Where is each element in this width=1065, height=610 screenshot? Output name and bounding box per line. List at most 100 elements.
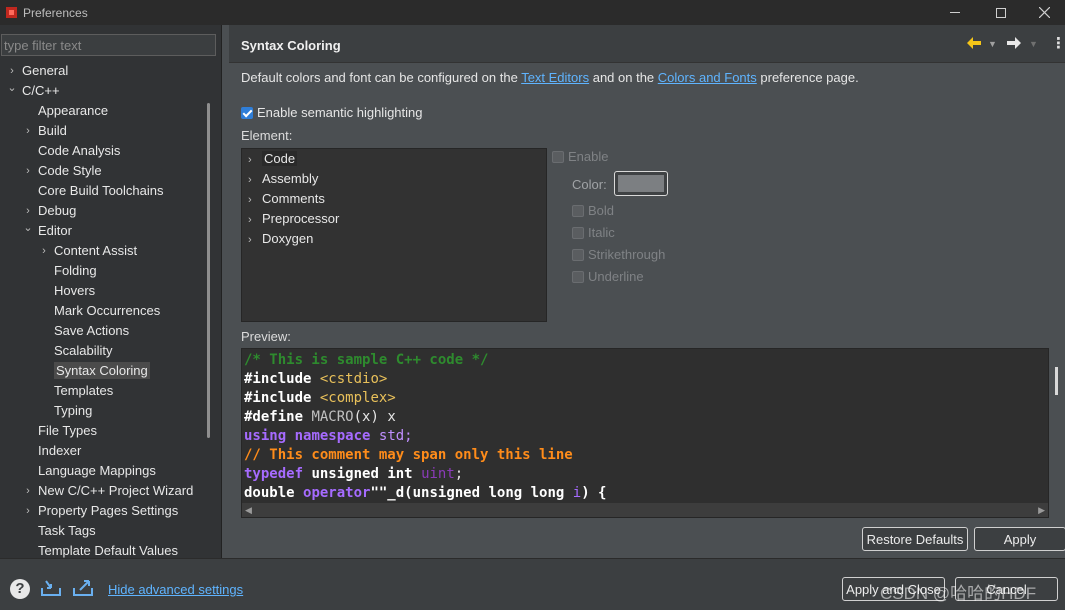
tree-item[interactable]: › Code Style [22,161,101,181]
tree-item[interactable]: Folding [40,261,97,281]
tree-item[interactable]: Typing [40,401,92,421]
code-token: uint [421,466,455,482]
tree-item[interactable]: Hovers [40,281,95,301]
back-menu-icon[interactable]: ▼ [988,39,997,49]
chevron-down-icon[interactable]: ⌄ [22,218,34,238]
chevron-right-icon[interactable]: › [248,190,262,210]
chevron-right-icon[interactable]: › [22,121,34,141]
chevron-right-icon[interactable]: › [248,210,262,230]
chevron-right-icon[interactable]: › [248,150,262,170]
page-title: Syntax Coloring [241,38,341,53]
code-token: <cstdio> [319,371,388,387]
more-menu-icon[interactable]: ⋮ [1051,34,1065,52]
tree-item[interactable]: ⌄ Editor [22,218,72,241]
back-button[interactable] [966,36,982,54]
element-tree-item[interactable]: › Assembly [248,169,318,189]
tree-item-label: Save Actions [54,323,130,338]
tree-scrollbar-thumb[interactable] [207,103,210,438]
forward-arrow-icon [1007,37,1021,49]
tree-item-label: Editor [38,223,72,238]
enable-checkbox[interactable] [552,150,564,163]
forward-button[interactable] [1006,36,1022,54]
page-description: Default colors and font can be configure… [241,70,859,85]
tree-item[interactable]: File Types [24,421,97,441]
description-text: and on the [589,70,658,85]
close-button[interactable] [1024,0,1065,25]
element-tree-item[interactable]: › Preprocessor [248,209,339,229]
tree-item[interactable]: Appearance [24,101,108,121]
chevron-down-icon[interactable]: ⌄ [6,78,18,98]
chevron-right-icon[interactable]: › [38,241,50,261]
semantic-highlighting-checkbox[interactable] [241,106,253,119]
tree-item[interactable]: Language Mappings [24,461,156,481]
tree-item-label: Templates [54,383,114,398]
code-token: typedef [244,466,304,482]
chevron-right-icon[interactable]: › [22,161,34,181]
minimize-button[interactable] [932,0,978,25]
tree-item[interactable]: › Content Assist [40,241,137,261]
scroll-right-icon[interactable]: ▶ [1038,505,1045,516]
code-token: std; [378,428,413,444]
element-tree-item[interactable]: › Comments [248,189,325,209]
tree-item[interactable]: Template Default Values [24,541,178,558]
title-bar: Preferences [0,0,1065,25]
bold-checkbox[interactable] [572,204,584,217]
italic-checkbox[interactable] [572,226,584,239]
tree-item[interactable]: Syntax Coloring [40,361,150,381]
bold-option[interactable]: Bold [572,203,614,218]
chevron-right-icon[interactable]: › [22,501,34,521]
tree-item[interactable]: › Property Pages Settings [24,501,178,521]
element-tree-item[interactable]: › Code [248,149,298,170]
code-token: (x) x [353,409,396,425]
chevron-right-icon[interactable]: › [22,481,34,501]
tree-item[interactable]: Templates [40,381,113,401]
element-tree-item[interactable]: › Doxygen [248,229,313,249]
strikethrough-checkbox[interactable] [572,248,584,261]
underline-option[interactable]: Underline [572,269,644,284]
tree-item[interactable]: Task Tags [24,521,96,541]
preview-horizontal-scrollbar[interactable]: ◀ ▶ [242,503,1048,517]
description-text: preference page. [756,70,859,85]
tree-item[interactable]: Save Actions [40,321,129,341]
strikethrough-option[interactable]: Strikethrough [572,247,665,262]
element-tree[interactable]: › Code › Assembly › Comments › Preprocessor › Dox… [241,148,547,322]
help-icon[interactable]: ? [10,579,30,599]
maximize-button[interactable] [978,0,1024,25]
italic-option[interactable]: Italic [572,225,615,240]
color-label: Color: [572,177,607,192]
preview-pane[interactable]: /* This is sample C++ code */ #include <… [241,348,1049,518]
tree-item-label: Scalability [54,343,113,358]
chevron-right-icon[interactable]: › [248,230,262,250]
enable-option[interactable]: Enable [552,149,608,164]
hide-advanced-settings-link[interactable]: Hide advanced settings [108,582,243,597]
code-token: unsigned [311,466,379,482]
tree-item[interactable]: Mark Occurrences [40,301,160,321]
tree-item[interactable]: Code Analysis [24,141,120,161]
tree-item[interactable]: Scalability [40,341,113,361]
apply-button[interactable]: Apply [974,527,1065,551]
code-token: int [387,466,413,482]
tree-item[interactable]: Indexer [24,441,81,461]
forward-menu-icon[interactable]: ▼ [1029,39,1038,49]
tree-item[interactable]: ⌄ C/C++ [6,78,59,101]
preference-tree[interactable]: › General ⌄ C/C++ Appearance › Build Code Analy… [0,61,205,558]
tree-item[interactable]: › Build [24,121,67,141]
preview-label: Preview: [241,329,291,344]
semantic-highlighting-option[interactable]: Enable semantic highlighting [241,105,423,120]
filter-input[interactable] [1,34,216,56]
color-swatch [618,175,664,192]
scroll-left-icon[interactable]: ◀ [245,505,252,516]
tree-item[interactable]: Core Build Toolchains [24,181,164,201]
code-token: <complex> [319,390,396,406]
restore-defaults-button[interactable]: Restore Defaults [862,527,968,551]
chevron-right-icon[interactable]: › [248,170,262,190]
tree-item-label: Content Assist [54,243,138,258]
tree-item[interactable]: › New C/C++ Project Wizard [24,481,193,501]
color-picker-button[interactable] [614,171,668,196]
text-editors-link[interactable]: Text Editors [521,70,589,85]
import-icon[interactable] [40,578,62,598]
underline-checkbox[interactable] [572,270,584,283]
export-icon[interactable] [72,578,94,598]
preview-scrollbar-thumb[interactable] [1055,367,1058,395]
colors-and-fonts-link[interactable]: Colors and Fonts [658,70,757,85]
